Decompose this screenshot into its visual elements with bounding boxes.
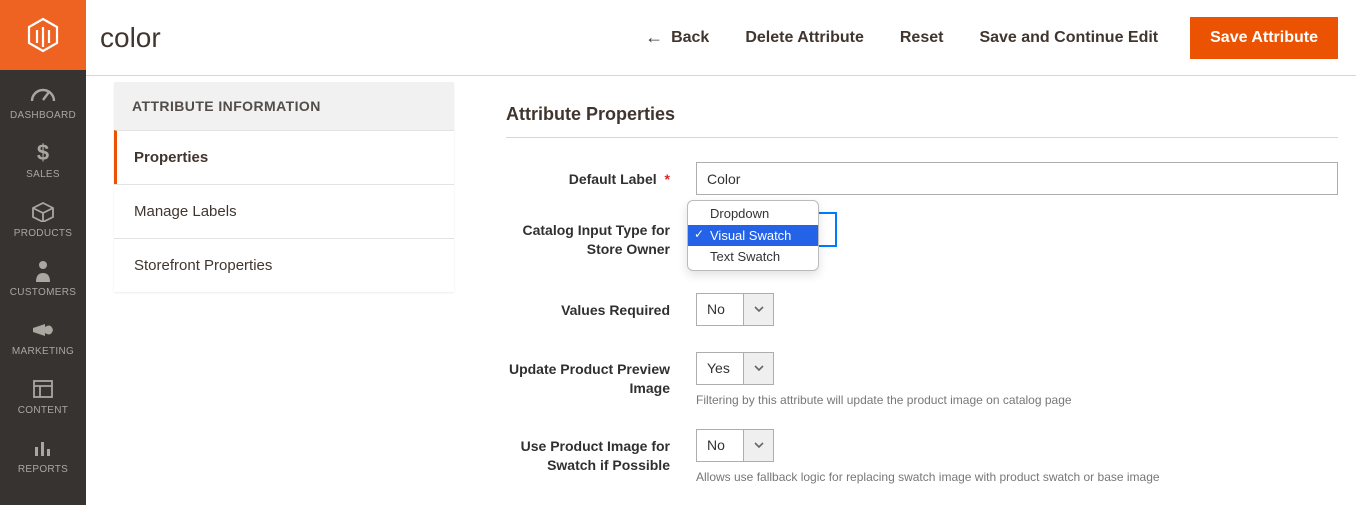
field-note: Filtering by this attribute will update … bbox=[696, 393, 1338, 407]
use-product-image-select[interactable]: No bbox=[696, 429, 774, 462]
select-value: No bbox=[697, 294, 743, 325]
field-values-required: Values Required No bbox=[506, 293, 1338, 326]
gauge-icon bbox=[30, 82, 56, 106]
tab-storefront-properties[interactable]: Storefront Properties bbox=[114, 238, 454, 292]
field-label: Default Label * bbox=[506, 162, 696, 189]
attribute-info-tabs: ATTRIBUTE INFORMATION Properties Manage … bbox=[114, 82, 454, 292]
field-input-type: Catalog Input Type for Store Owner Dropd… bbox=[506, 213, 1338, 259]
field-label: Catalog Input Type for Store Owner bbox=[506, 213, 696, 259]
default-label-input[interactable] bbox=[696, 162, 1338, 195]
nav-label: PRODUCTS bbox=[14, 228, 73, 239]
back-label: Back bbox=[671, 29, 709, 47]
nav-label: CONTENT bbox=[18, 405, 68, 416]
select-value: Yes bbox=[697, 353, 743, 384]
nav-item-products[interactable]: PRODUCTS bbox=[0, 188, 86, 247]
person-icon bbox=[35, 259, 51, 283]
field-label: Values Required bbox=[506, 293, 696, 320]
nav-item-marketing[interactable]: MARKETING bbox=[0, 306, 86, 365]
admin-nav: DASHBOARD $ SALES PRODUCTS CUSTOMERS MAR… bbox=[0, 0, 86, 505]
dollar-icon: $ bbox=[37, 141, 49, 165]
dropdown-option[interactable]: Text Swatch bbox=[688, 246, 818, 268]
values-required-select[interactable]: No bbox=[696, 293, 774, 326]
arrow-left-icon: ← bbox=[645, 27, 663, 48]
box-icon bbox=[32, 200, 54, 224]
save-attribute-button[interactable]: Save Attribute bbox=[1190, 17, 1338, 59]
megaphone-icon bbox=[31, 318, 55, 342]
page-header: color ← Back Delete Attribute Reset Save… bbox=[86, 0, 1356, 76]
nav-label: SALES bbox=[26, 169, 60, 180]
chevron-down-icon bbox=[743, 353, 773, 384]
layout-icon bbox=[33, 377, 53, 401]
section-title: Attribute Properties bbox=[506, 104, 1338, 138]
nav-item-sales[interactable]: $ SALES bbox=[0, 129, 86, 188]
field-default-label: Default Label * bbox=[506, 162, 1338, 195]
tabs-title: ATTRIBUTE INFORMATION bbox=[114, 82, 454, 130]
page-title: color bbox=[100, 22, 161, 54]
field-label: Update Product Preview Image bbox=[506, 352, 696, 398]
nav-label: MARKETING bbox=[12, 346, 74, 357]
nav-label: DASHBOARD bbox=[10, 110, 76, 121]
chevron-down-icon bbox=[743, 430, 773, 461]
attribute-properties-section: Attribute Properties Default Label * Cat… bbox=[506, 104, 1338, 502]
field-label: Use Product Image for Swatch if Possible bbox=[506, 429, 696, 475]
field-note: Allows use fallback logic for replacing … bbox=[696, 470, 1338, 484]
nav-item-content[interactable]: CONTENT bbox=[0, 365, 86, 424]
magento-logo-icon bbox=[27, 17, 59, 53]
tab-manage-labels[interactable]: Manage Labels bbox=[114, 184, 454, 238]
nav-label: REPORTS bbox=[18, 464, 68, 475]
tab-properties[interactable]: Properties bbox=[114, 130, 454, 184]
chevron-down-icon bbox=[743, 294, 773, 325]
nav-item-dashboard[interactable]: DASHBOARD bbox=[0, 70, 86, 129]
back-button[interactable]: ← Back bbox=[627, 19, 727, 56]
main-content: ATTRIBUTE INFORMATION Properties Manage … bbox=[86, 76, 1356, 505]
reset-button[interactable]: Reset bbox=[882, 21, 962, 55]
input-type-dropdown: Dropdown Visual Swatch Text Swatch bbox=[687, 200, 819, 271]
save-continue-button[interactable]: Save and Continue Edit bbox=[961, 21, 1176, 55]
nav-item-reports[interactable]: REPORTS bbox=[0, 424, 86, 483]
nav-label: CUSTOMERS bbox=[10, 287, 76, 298]
field-use-product-image: Use Product Image for Swatch if Possible… bbox=[506, 429, 1338, 484]
select-value: No bbox=[697, 430, 743, 461]
bars-icon bbox=[33, 436, 53, 460]
dropdown-option[interactable]: Visual Swatch bbox=[688, 225, 818, 247]
field-update-preview-image: Update Product Preview Image Yes Filteri… bbox=[506, 352, 1338, 407]
dropdown-option[interactable]: Dropdown bbox=[688, 203, 818, 225]
update-preview-select[interactable]: Yes bbox=[696, 352, 774, 385]
nav-item-customers[interactable]: CUSTOMERS bbox=[0, 247, 86, 306]
magento-logo[interactable] bbox=[0, 0, 86, 70]
delete-attribute-button[interactable]: Delete Attribute bbox=[727, 21, 882, 55]
required-mark: * bbox=[665, 171, 670, 187]
